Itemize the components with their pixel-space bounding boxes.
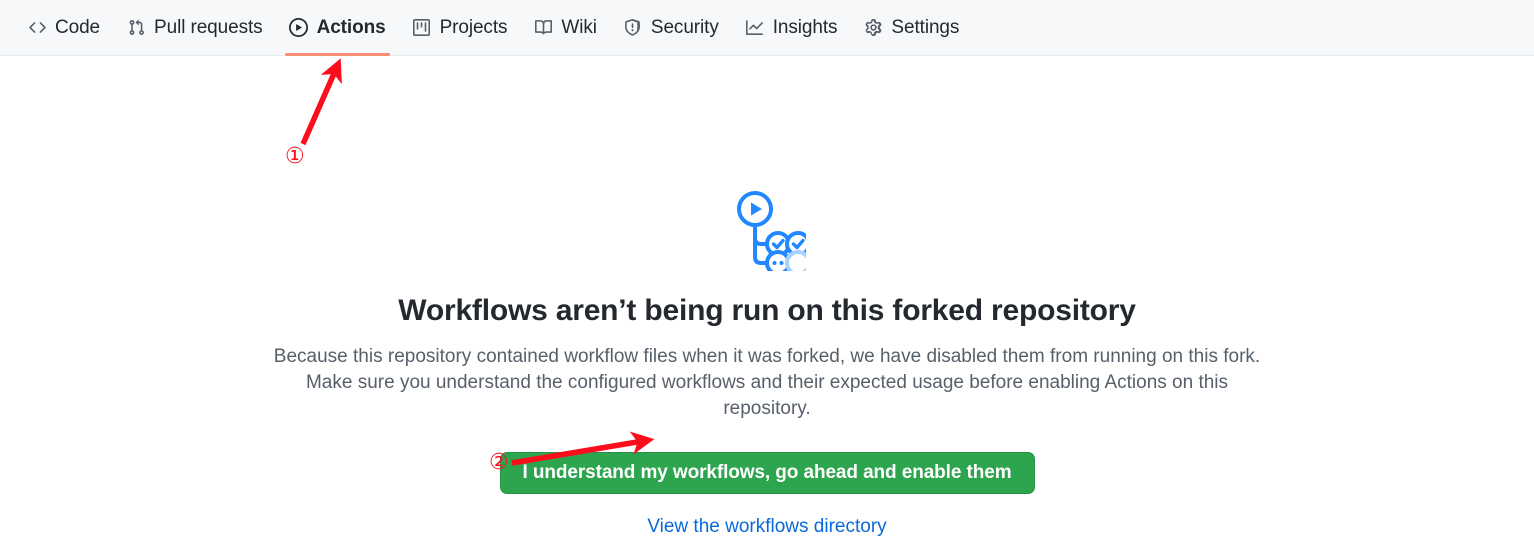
project-board-icon bbox=[412, 18, 432, 38]
enable-workflows-button[interactable]: I understand my workflows, go ahead and … bbox=[499, 452, 1035, 494]
play-circle-icon bbox=[289, 18, 309, 38]
nav-item-label: Settings bbox=[891, 17, 960, 38]
active-tab-underline bbox=[284, 52, 390, 56]
gear-icon bbox=[863, 18, 883, 38]
nav-item-security[interactable]: Security bbox=[610, 0, 732, 56]
book-icon bbox=[533, 18, 553, 38]
nav-item-label: Wiki bbox=[561, 17, 597, 38]
nav-item-actions[interactable]: Actions bbox=[276, 0, 399, 56]
button-row: I understand my workflows, go ahead and … bbox=[0, 452, 1534, 494]
nav-item-label: Pull requests bbox=[154, 17, 263, 38]
link-row: View the workflows directory bbox=[0, 516, 1534, 538]
view-workflows-directory-link[interactable]: View the workflows directory bbox=[647, 516, 886, 537]
page-title: Workflows aren’t being run on this forke… bbox=[398, 294, 1136, 327]
nav-item-label: Actions bbox=[316, 17, 386, 38]
actions-blankslate: Workflows aren’t being run on this forke… bbox=[0, 188, 1534, 538]
nav-item-label: Projects bbox=[439, 17, 508, 38]
graph-line-icon bbox=[745, 18, 765, 38]
nav-item-label: Security bbox=[650, 17, 719, 38]
nav-item-wiki[interactable]: Wiki bbox=[520, 0, 609, 56]
repository-nav: Code Pull requests Actions Projects Wiki… bbox=[0, 0, 1534, 56]
nav-item-code[interactable]: Code bbox=[14, 0, 113, 56]
description-line-2: you understand the configured workflows … bbox=[399, 372, 1229, 419]
nav-item-pull-requests[interactable]: Pull requests bbox=[113, 0, 276, 56]
nav-item-label: Code bbox=[55, 17, 101, 38]
nav-item-settings[interactable]: Settings bbox=[850, 0, 972, 56]
annotation-arrow-1 bbox=[300, 58, 342, 146]
nav-item-label: Insights bbox=[772, 17, 838, 38]
shield-alert-icon bbox=[623, 18, 643, 38]
annotation-marker-1: ① bbox=[285, 144, 305, 169]
code-icon bbox=[27, 18, 47, 38]
git-pull-request-icon bbox=[126, 18, 146, 38]
nav-item-insights[interactable]: Insights bbox=[732, 0, 851, 56]
nav-item-projects[interactable]: Projects bbox=[399, 0, 521, 56]
blankslate-description: Because this repository contained workfl… bbox=[262, 344, 1272, 422]
github-actions-workflow-icon bbox=[0, 188, 1534, 272]
